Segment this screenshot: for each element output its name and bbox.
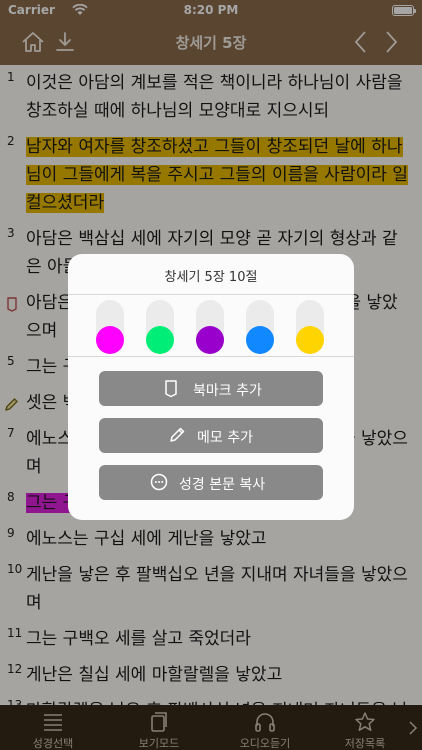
highlight-color-option[interactable] (146, 300, 174, 354)
verse-action-popup: 창세기 5장 10절 북마크 추가 메모 추가 성경 본문 복사 (68, 254, 354, 520)
popup-divider (68, 356, 354, 357)
color-swatch (296, 326, 324, 354)
bookmark-icon (161, 378, 181, 398)
color-swatch (96, 326, 124, 354)
highlight-color-option[interactable] (296, 300, 324, 354)
highlight-color-option[interactable] (96, 300, 124, 354)
highlight-color-option[interactable] (196, 300, 224, 354)
pencil-icon (167, 425, 187, 445)
popup-title: 창세기 5장 10절 (164, 270, 258, 285)
add-bookmark-label: 북마크 추가 (193, 383, 262, 399)
color-swatch (246, 326, 274, 354)
highlight-color-option[interactable] (246, 300, 274, 354)
popup-divider (68, 294, 354, 295)
copy-verse-button[interactable]: 성경 본문 복사 (99, 465, 323, 500)
copy-verse-label: 성경 본문 복사 (179, 477, 266, 493)
color-swatch (196, 326, 224, 354)
chat-bubble-icon (149, 472, 169, 492)
add-bookmark-button[interactable]: 북마크 추가 (99, 371, 323, 406)
color-swatch (146, 326, 174, 354)
add-memo-button[interactable]: 메모 추가 (99, 418, 323, 453)
add-memo-label: 메모 추가 (197, 430, 253, 446)
